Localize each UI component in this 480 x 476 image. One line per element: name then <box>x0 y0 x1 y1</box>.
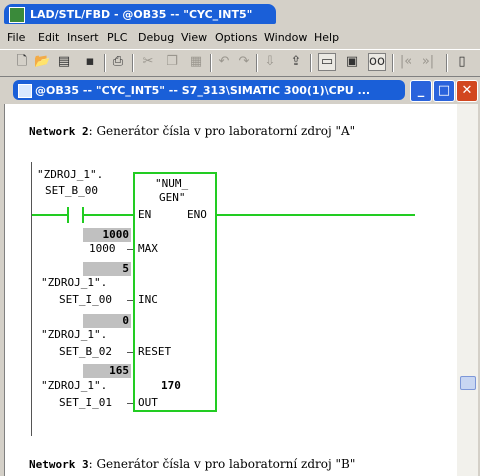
max-wire <box>127 249 133 250</box>
copy-icon[interactable]: ❐ <box>164 54 180 70</box>
network-next-icon[interactable]: »| <box>420 54 436 70</box>
network-3-label: Network 3 <box>29 458 89 471</box>
out-operand-line2[interactable]: SET_I_01 <box>59 396 112 409</box>
pin-max: MAX <box>138 242 158 255</box>
new-icon[interactable]: 🗋 <box>14 54 30 70</box>
panel-icon[interactable]: ▯ <box>454 54 470 70</box>
network-2-comment: : Generátor čísla v pro laboratorní zdro… <box>88 124 356 138</box>
contact-left-bar[interactable] <box>67 207 69 223</box>
reset-operand-line1: "ZDROJ_1". <box>41 328 108 341</box>
menu-file[interactable]: File <box>7 31 25 44</box>
pin-out: OUT <box>138 396 158 409</box>
block-name-line1: "NUM_ <box>155 177 189 190</box>
power-flow-left <box>32 214 67 216</box>
out-current-value: 170 <box>161 379 181 392</box>
menu-window[interactable]: Window <box>264 31 307 44</box>
redo-icon[interactable]: ↷ <box>236 54 252 70</box>
download-icon[interactable]: ⇩ <box>262 54 278 70</box>
power-rail <box>31 162 32 436</box>
pin-reset: RESET <box>138 345 172 358</box>
menu-options[interactable]: Options <box>215 31 257 44</box>
minimize-button[interactable]: _ <box>410 80 432 102</box>
pin-inc: INC <box>138 293 158 306</box>
monitor-icon[interactable]: ▣ <box>344 54 360 70</box>
network-2-title[interactable]: Network 2: Generátor čísla v pro laborat… <box>29 124 355 138</box>
ladder-editor[interactable]: Network 2: Generátor čísla v pro laborat… <box>4 104 457 476</box>
contact-operand-line1: "ZDROJ_1". <box>37 168 104 181</box>
vertical-scrollbar[interactable] <box>457 104 478 476</box>
editor-window-title-bar: @OB35 -- "CYC_INT5" -- S7_313\SIMATIC 30… <box>0 77 480 104</box>
accessible-nodes-icon[interactable]: ▤ <box>56 54 72 70</box>
menu-insert[interactable]: Insert <box>67 31 99 44</box>
save-icon[interactable]: ▪ <box>82 54 98 70</box>
menu-edit[interactable]: Edit <box>38 31 59 44</box>
max-parameter[interactable]: 1000 <box>89 242 116 255</box>
print-icon[interactable]: ⎙ <box>110 54 126 70</box>
max-monitor-value: 1000 <box>83 228 131 242</box>
power-flow-eno <box>215 214 415 216</box>
network-3-comment: : Generátor čísla v pro laboratorní zdro… <box>88 457 356 471</box>
inc-operand-line2[interactable]: SET_I_00 <box>59 293 112 306</box>
close-button[interactable]: ✕ <box>456 80 478 102</box>
glasses-icon[interactable]: oo <box>368 53 386 71</box>
network-prev-icon[interactable]: |« <box>398 54 414 70</box>
reset-operand-line2[interactable]: SET_B_02 <box>59 345 112 358</box>
editor-title: @OB35 -- "CYC_INT5" -- S7_313\SIMATIC 30… <box>35 84 371 97</box>
out-operand-line1: "ZDROJ_1". <box>41 379 108 392</box>
cut-icon[interactable]: ✂ <box>140 54 156 70</box>
app-title-pill: LAD/STL/FBD - @OB35 -- "CYC_INT5" <box>4 4 276 24</box>
reset-wire <box>127 352 133 353</box>
menu-plc[interactable]: PLC <box>107 31 127 44</box>
app-icon <box>9 7 25 23</box>
upload-icon[interactable]: ⇪ <box>288 54 304 70</box>
menu-debug[interactable]: Debug <box>138 31 174 44</box>
network-2-label: Network 2 <box>29 125 89 138</box>
block-name-line2: GEN" <box>159 191 186 204</box>
maximize-button[interactable]: □ <box>433 80 455 102</box>
paste-icon[interactable]: ▦ <box>188 54 204 70</box>
contact-operand-line2: SET_B_00 <box>45 184 98 197</box>
toolbar: 🗋 📂 ▤ ▪ ⎙ ✂ ❐ ▦ ↶ ↷ ⇩ ⇪ ▭ ▣ oo |« »| ▯ <box>0 49 480 77</box>
menu-help[interactable]: Help <box>314 31 339 44</box>
menu-view[interactable]: View <box>181 31 207 44</box>
menu-bar: File Edit Insert PLC Debug View Options … <box>0 28 480 48</box>
inc-wire <box>127 300 133 301</box>
app-title-bar: LAD/STL/FBD - @OB35 -- "CYC_INT5" <box>0 0 480 26</box>
inc-operand-line1: "ZDROJ_1". <box>41 276 108 289</box>
power-flow-en <box>84 214 133 216</box>
inc-monitor-value: 5 <box>83 262 131 276</box>
open-icon[interactable]: 📂 <box>34 54 50 70</box>
pin-eno: ENO <box>187 208 207 221</box>
pin-en: EN <box>138 208 152 221</box>
overview-icon[interactable]: ▭ <box>318 53 336 71</box>
undo-icon[interactable]: ↶ <box>216 54 232 70</box>
network-3-title[interactable]: Network 3: Generátor čísla v pro laborat… <box>29 457 355 471</box>
scrollbar-thumb[interactable] <box>460 376 476 390</box>
out-monitor-value: 165 <box>83 364 131 378</box>
app-title: LAD/STL/FBD - @OB35 -- "CYC_INT5" <box>30 8 253 21</box>
out-wire <box>127 403 133 404</box>
block-icon <box>18 84 32 98</box>
reset-monitor-value: 0 <box>83 314 131 328</box>
editor-title-pill: @OB35 -- "CYC_INT5" -- S7_313\SIMATIC 30… <box>13 80 405 100</box>
